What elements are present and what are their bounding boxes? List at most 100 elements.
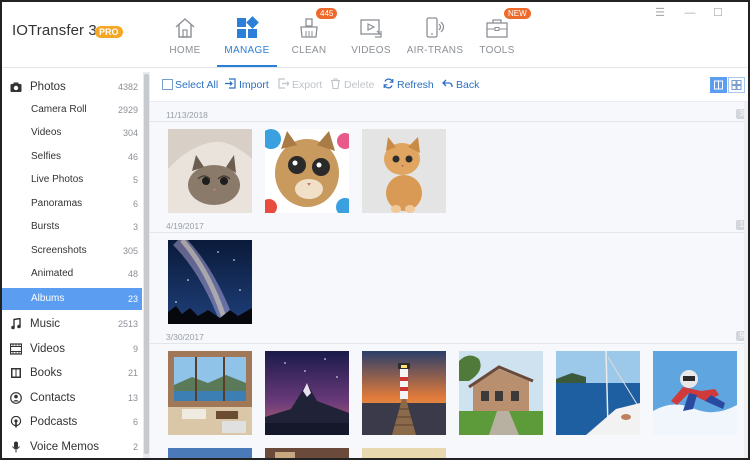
tools-icon [486, 19, 508, 38]
music-icon [11, 318, 21, 330]
grid-view-button[interactable] [728, 77, 745, 93]
sidebar-item-count: 21 [127, 368, 138, 378]
photo-thumbnail[interactable] [168, 351, 252, 435]
nav-videos[interactable]: VIDEOS [338, 2, 404, 68]
sidebar-item-live-photos[interactable]: Live Photos 5 [2, 169, 142, 191]
sidebar-item-count: 2929 [117, 105, 138, 115]
sidebar-item-animated[interactable]: Animated 48 [2, 263, 142, 285]
maximize-icon[interactable]: ☐ [710, 6, 726, 20]
sidebar-item-music[interactable]: Music 2513 [2, 313, 142, 335]
sidebar-item-count: 4382 [117, 82, 138, 92]
photo-thumbnail[interactable] [653, 351, 737, 435]
main-panel: Select All Import Export Delete Refresh … [150, 68, 748, 458]
sidebar-item-panoramas[interactable]: Panoramas 6 [2, 193, 142, 215]
nav-air-trans-label: AIR-TRANS [406, 45, 464, 56]
photo-thumbnail[interactable] [459, 351, 543, 435]
import-label: Import [239, 79, 269, 91]
photo-thumbnail[interactable] [265, 129, 349, 213]
back-label: Back [456, 79, 480, 91]
photo-thumbnail[interactable] [362, 129, 446, 213]
kitten-sitting-photo [362, 129, 446, 213]
nav-manage-label: MANAGE [224, 45, 270, 56]
sidebar-item-label: Albums [31, 293, 65, 304]
microphone-icon [12, 441, 20, 453]
refresh-button[interactable]: Refresh [383, 78, 434, 92]
content-scrollbar[interactable] [744, 102, 748, 458]
sidebar-item-count: 23 [127, 294, 138, 304]
camera-icon [10, 82, 22, 92]
sidebar-item-label: Videos [30, 343, 65, 355]
sidebar-item-label: Selfies [31, 151, 62, 162]
export-button[interactable]: Export [278, 78, 322, 92]
sidebar-item-voice-memos[interactable]: Voice Memos 2 [2, 436, 142, 458]
sidebar-item-selfies[interactable]: Selfies 46 [2, 146, 142, 168]
import-button[interactable]: Import [225, 78, 269, 92]
contacts-icon [10, 392, 22, 404]
sidebar-item-photos[interactable]: Photos 4382 [2, 76, 142, 98]
pro-badge: PRO [95, 26, 123, 38]
list-view-icon [714, 80, 723, 90]
delete-button[interactable]: Delete [330, 78, 374, 92]
photo-thumbnail[interactable] [556, 351, 640, 435]
date-section-header: 3/30/2017 9 [150, 328, 748, 344]
photo-thumbnail[interactable] [265, 351, 349, 435]
photo-thumbnail[interactable] [168, 448, 252, 458]
sidebar-item-contacts[interactable]: Contacts 13 [2, 387, 142, 409]
videos-icon [360, 19, 382, 38]
sidebar-item-videos[interactable]: Videos 9 [2, 338, 142, 360]
nav-manage[interactable]: MANAGE [214, 2, 280, 68]
sidebar-item-bursts[interactable]: Bursts 3 [2, 216, 142, 238]
app-title: IOTransfer 3 [12, 22, 97, 39]
sidebar-item-label: Bursts [31, 221, 60, 232]
refresh-icon [383, 78, 394, 89]
sidebar-item-label: Books [30, 367, 62, 379]
minimize-icon[interactable]: — [682, 6, 698, 20]
book-icon [11, 368, 21, 378]
tools-badge: NEW [504, 8, 531, 19]
section-date: 11/13/2018 [166, 110, 208, 120]
sidebar-item-books[interactable]: Books 21 [2, 362, 142, 384]
refresh-label: Refresh [397, 79, 434, 91]
sidebar-item-label: Videos [31, 127, 62, 138]
sidebar-item-podcasts[interactable]: Podcasts 6 [2, 411, 142, 433]
sidebar-item-screenshots[interactable]: Screenshots 305 [2, 240, 142, 262]
sidebar-item-label: Screenshots [31, 245, 87, 256]
sidebar-item-count: 46 [127, 152, 138, 162]
nav-tools-label: TOOLS [479, 45, 515, 56]
back-arrow-icon [442, 79, 453, 87]
photo-thumbnail[interactable] [265, 448, 349, 458]
trash-icon [331, 78, 340, 89]
sidebar-item-count: 3 [132, 222, 138, 232]
photo-thumbnail[interactable] [362, 448, 446, 458]
sidebar-scrollbar-thumb[interactable] [144, 74, 149, 454]
list-view-button[interactable] [710, 77, 727, 93]
select-all-label: Select All [175, 79, 219, 91]
lake-view-room-photo [168, 351, 252, 435]
sidebar-item-count: 9 [132, 344, 138, 354]
kitten-closeup-photo [265, 129, 349, 213]
sidebar-item-albums[interactable]: Albums 23 [2, 288, 142, 310]
nav-clean[interactable]: 445 CLEAN [276, 2, 342, 68]
menu-icon[interactable]: ☰ [652, 6, 668, 20]
milky-way-photo [168, 240, 252, 324]
photo-thumbnail[interactable] [168, 129, 252, 213]
photo-thumbnail[interactable] [168, 240, 252, 324]
select-all-checkbox[interactable]: Select All [162, 78, 218, 92]
photo-thumbnail[interactable] [362, 351, 446, 435]
nav-home-label: HOME [169, 45, 201, 56]
sidebar-item-camera-roll[interactable]: Camera Roll 2929 [2, 99, 142, 121]
app-window: IOTransfer 3 PRO HOME MANAGE 445 CLEAN V… [0, 0, 750, 460]
skydiver-photo [653, 351, 737, 435]
sidebar-item-label: Camera Roll [31, 104, 87, 115]
nav-home[interactable]: HOME [152, 2, 218, 68]
export-label: Export [292, 79, 323, 91]
sidebar-item-videos-album[interactable]: Videos 304 [2, 122, 142, 144]
nav-air-trans[interactable]: AIR-TRANS [402, 2, 468, 68]
sidebar-item-label: Music [30, 318, 61, 330]
back-button[interactable]: Back [442, 78, 479, 92]
sidebar-item-label: Live Photos [31, 174, 84, 185]
import-icon [225, 78, 236, 89]
nav-tools[interactable]: NEW TOOLS [464, 2, 531, 68]
section-date: 3/30/2017 [166, 332, 204, 342]
delete-label: Delete [344, 79, 375, 91]
